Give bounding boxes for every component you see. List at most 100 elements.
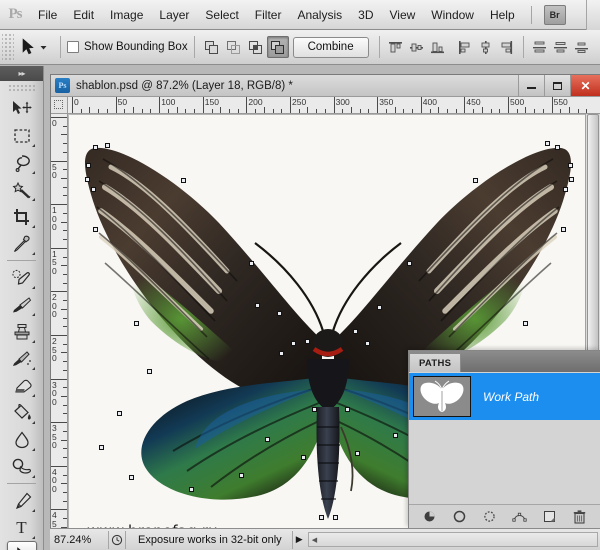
add-to-path-area-button[interactable]	[201, 36, 223, 58]
ruler-origin-corner[interactable]	[51, 97, 68, 114]
menu-window[interactable]: Window	[423, 0, 482, 30]
menu-edit[interactable]: Edit	[65, 0, 102, 30]
blur-tool[interactable]	[7, 426, 37, 453]
menu-help[interactable]: Help	[482, 0, 523, 30]
align-right-edges-button[interactable]	[497, 37, 517, 57]
path-anchor-point[interactable]	[99, 445, 104, 450]
stroke-path-with-brush-button[interactable]	[452, 509, 468, 525]
align-horizontal-centers-button[interactable]	[476, 37, 496, 57]
menu-view[interactable]: View	[381, 0, 423, 30]
vertical-ruler[interactable]: 0 50 100 150 200 250 300 350 400 45	[51, 114, 68, 550]
path-anchor-point[interactable]	[569, 177, 574, 182]
path-anchor-point[interactable]	[473, 178, 478, 183]
brush-tool[interactable]	[7, 291, 37, 318]
clone-stamp-tool[interactable]	[7, 318, 37, 345]
path-anchor-point[interactable]	[301, 455, 306, 460]
path-anchor-point[interactable]	[91, 187, 96, 192]
path-anchor-point[interactable]	[545, 141, 550, 146]
path-anchor-point[interactable]	[568, 163, 573, 168]
distribute-top-edges-button[interactable]	[530, 37, 550, 57]
align-top-edges-button[interactable]	[386, 37, 406, 57]
minimize-button[interactable]	[518, 75, 544, 96]
intersect-path-areas-button[interactable]	[245, 36, 267, 58]
dodge-tool[interactable]	[7, 453, 37, 480]
menu-layer[interactable]: Layer	[151, 0, 197, 30]
path-list-item-work-path[interactable]: Work Path	[409, 373, 600, 420]
path-anchor-point[interactable]	[312, 407, 317, 412]
path-anchor-point[interactable]	[277, 311, 282, 316]
eraser-tool[interactable]	[7, 372, 37, 399]
align-bottom-edges-button[interactable]	[428, 37, 448, 57]
move-tool[interactable]	[7, 95, 37, 122]
menu-file[interactable]: File	[30, 0, 65, 30]
crop-tool[interactable]	[7, 203, 37, 230]
path-anchor-point[interactable]	[345, 407, 350, 412]
fill-path-with-foreground-color-button[interactable]	[422, 509, 438, 525]
toolbox-grip[interactable]	[8, 84, 35, 93]
magic-wand-tool[interactable]	[7, 176, 37, 203]
horizontal-type-tool[interactable]: T	[7, 514, 37, 541]
align-left-edges-button[interactable]	[455, 37, 475, 57]
horizontal-ruler[interactable]: 0 50 100 150 200 250 300 350 400 450 500 550	[68, 97, 600, 114]
healing-brush-tool[interactable]	[7, 264, 37, 291]
path-anchor-point[interactable]	[181, 178, 186, 183]
load-path-as-selection-button[interactable]	[482, 509, 498, 525]
path-anchor-point[interactable]	[305, 339, 310, 344]
menu-3d[interactable]: 3D	[350, 0, 381, 30]
show-bounding-box-control[interactable]: Show Bounding Box	[67, 41, 188, 53]
close-button[interactable]: ✕	[570, 75, 600, 96]
lasso-tool[interactable]	[7, 149, 37, 176]
exclude-overlapping-path-areas-button[interactable]	[266, 36, 289, 58]
history-brush-tool[interactable]	[7, 345, 37, 372]
launch-bridge-button[interactable]: Br	[543, 4, 566, 25]
path-anchor-point[interactable]	[255, 303, 260, 308]
path-anchor-point[interactable]	[407, 261, 412, 266]
eyedropper-tool[interactable]	[7, 230, 37, 257]
path-anchor-point[interactable]	[93, 145, 98, 150]
path-anchor-point[interactable]	[353, 329, 358, 334]
paint-bucket-tool[interactable]	[7, 399, 37, 426]
path-anchor-point[interactable]	[105, 143, 110, 148]
menu-image[interactable]: Image	[102, 0, 151, 30]
show-bounding-box-checkbox[interactable]	[67, 41, 79, 53]
pen-tool[interactable]	[7, 487, 37, 514]
menu-filter[interactable]: Filter	[247, 0, 290, 30]
menu-analysis[interactable]: Analysis	[289, 0, 350, 30]
path-anchor-point[interactable]	[249, 261, 254, 266]
path-anchor-point[interactable]	[189, 487, 194, 492]
restore-button[interactable]	[544, 75, 570, 96]
make-work-path-from-selection-button[interactable]	[512, 509, 528, 525]
status-scroll-left-arrow-icon[interactable]: ◀	[312, 536, 317, 544]
path-anchor-point[interactable]	[561, 227, 566, 232]
path-anchor-point[interactable]	[523, 321, 528, 326]
tab-paths[interactable]: PATHS	[409, 353, 462, 372]
path-anchor-point[interactable]	[239, 473, 244, 478]
path-anchor-point[interactable]	[134, 321, 139, 326]
document-title-bar[interactable]: Ps shablon.psd @ 87.2% (Layer 18, RGB/8)…	[51, 75, 600, 97]
active-tool-preview[interactable]	[14, 38, 54, 56]
path-anchor-point[interactable]	[355, 451, 360, 456]
path-anchor-point[interactable]	[319, 515, 324, 520]
delete-current-path-button[interactable]	[572, 509, 588, 525]
path-anchor-point[interactable]	[129, 475, 134, 480]
status-bar-scroll-track[interactable]: ◀	[307, 532, 598, 547]
distribute-vertical-centers-button[interactable]	[551, 37, 571, 57]
distribute-bottom-edges-button[interactable]	[572, 37, 592, 57]
path-anchor-point[interactable]	[333, 515, 338, 520]
subtract-from-path-area-button[interactable]	[223, 36, 245, 58]
toolbox-collapse-button[interactable]: ▸▸	[0, 66, 43, 81]
path-anchor-point[interactable]	[377, 305, 382, 310]
status-menu-arrow-icon[interactable]: ▶	[291, 530, 306, 549]
path-anchor-point[interactable]	[365, 341, 370, 346]
path-anchor-point[interactable]	[279, 351, 284, 356]
path-anchor-point[interactable]	[93, 227, 98, 232]
menu-select[interactable]: Select	[197, 0, 246, 30]
combine-button[interactable]: Combine	[292, 36, 369, 58]
path-anchor-point[interactable]	[555, 145, 560, 150]
path-thumbnail[interactable]	[413, 376, 471, 417]
rectangular-marquee-tool[interactable]	[7, 122, 37, 149]
align-vertical-centers-button[interactable]	[407, 37, 427, 57]
path-anchor-point[interactable]	[117, 411, 122, 416]
path-anchor-point[interactable]	[86, 163, 91, 168]
create-new-path-button[interactable]	[542, 509, 558, 525]
